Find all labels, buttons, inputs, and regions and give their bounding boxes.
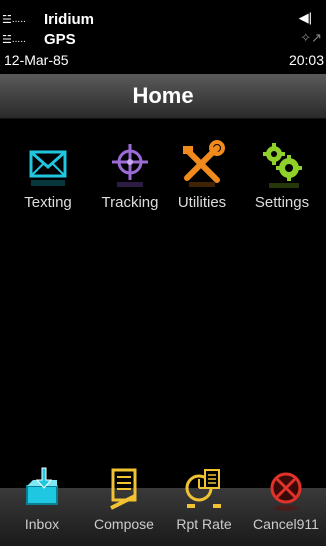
report-rate-icon <box>185 469 221 508</box>
toolbar-label: Compose <box>94 516 154 532</box>
app-label: Utilities <box>177 194 227 211</box>
crosshair-icon <box>112 144 148 187</box>
signal-icon: ☱..... <box>2 13 26 26</box>
report-rate-button[interactable]: Rpt Rate <box>164 466 244 532</box>
toolbar-label: Rpt Rate <box>176 516 232 532</box>
tools-icon <box>183 140 225 187</box>
app-settings[interactable]: Settings <box>240 140 324 211</box>
page-title: Home <box>132 83 194 108</box>
toolbar-label: Inbox <box>24 516 60 532</box>
compose-button[interactable]: Compose <box>84 466 164 532</box>
cancel-icon <box>270 472 302 511</box>
volume-icon[interactable]: ◀︎| <box>299 10 312 26</box>
bottom-toolbar: Inbox Compose Rpt Rate Cancel911 <box>0 467 326 546</box>
iridium-signal: ☱..... Iridium <box>2 10 94 28</box>
app-utilities[interactable]: Utilities <box>160 140 244 211</box>
iridium-label: Iridium <box>44 10 95 28</box>
inbox-icon <box>26 467 58 505</box>
toolbar-label: Cancel911 <box>253 516 319 532</box>
time: 20:03 <box>288 52 324 68</box>
app-label: Texting <box>24 194 72 211</box>
gps-fix-icon: ✧↗ <box>300 30 322 45</box>
cancel911-button[interactable]: Cancel911 <box>246 466 326 532</box>
date: 12-Mar-85 <box>4 52 69 68</box>
status-bar: ☱..... Iridium ☱..... GPS ◀︎| ✧↗ 12-Mar-… <box>0 0 326 80</box>
app-texting[interactable]: Texting <box>6 140 90 211</box>
app-grid: Texting Tracking Utilities Settings <box>0 140 326 220</box>
gps-signal: ☱..... GPS <box>2 30 76 48</box>
inbox-button[interactable]: Inbox <box>2 466 82 532</box>
app-label: Settings <box>254 194 310 211</box>
envelope-icon <box>29 150 67 186</box>
page-header: Home <box>0 74 326 119</box>
gps-label: GPS <box>44 30 76 48</box>
gears-icon <box>263 143 302 188</box>
compose-icon <box>110 468 137 510</box>
signal-icon: ☱..... <box>2 33 26 46</box>
